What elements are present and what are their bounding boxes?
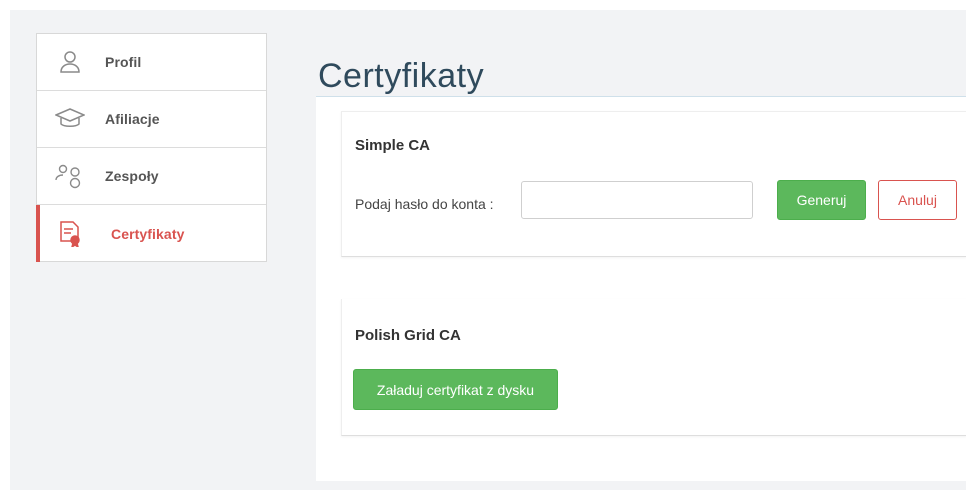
main-panel: Simple CA Podaj hasło do konta : Generuj… (316, 96, 966, 481)
password-label: Podaj hasło do konta : (355, 196, 494, 212)
sidebar-item-label: Certyfikaty (111, 225, 185, 242)
cancel-button[interactable]: Anuluj (878, 180, 957, 220)
sidebar-item-zespoly[interactable]: Zespoły (37, 148, 266, 205)
sidebar-item-afiliacje[interactable]: Afiliacje (37, 91, 266, 148)
page-title: Certyfikaty (318, 56, 485, 95)
user-icon (53, 48, 87, 76)
polish-grid-ca-card: Polish Grid CA Załaduj certyfikat z dysk… (341, 299, 966, 436)
sidebar-item-label: Zespoły (105, 168, 159, 184)
polish-grid-ca-title: Polish Grid CA (355, 327, 461, 344)
simple-ca-title: Simple CA (355, 137, 431, 154)
sidebar-item-label: Profil (105, 54, 142, 70)
certificate-icon (53, 220, 87, 248)
upload-certificate-button[interactable]: Załaduj certyfikat z dysku (353, 369, 558, 410)
sidebar-item-certyfikaty[interactable]: Certyfikaty (36, 205, 266, 262)
graduation-cap-icon (53, 105, 87, 133)
password-input[interactable] (521, 181, 753, 219)
simple-ca-card: Simple CA Podaj hasło do konta : Generuj… (341, 111, 966, 257)
sidebar: Profil Afiliacje Zespoły Certyfikaty (36, 33, 267, 262)
team-icon (53, 162, 87, 190)
generate-button[interactable]: Generuj (777, 180, 866, 220)
sidebar-item-profil[interactable]: Profil (37, 34, 266, 91)
sidebar-item-label: Afiliacje (105, 111, 160, 127)
